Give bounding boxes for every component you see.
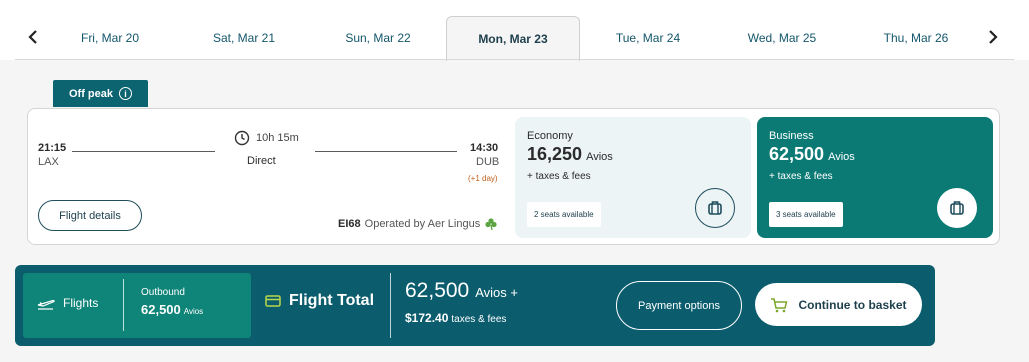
clock-icon (234, 130, 250, 146)
business-unit: Avios (828, 151, 855, 163)
date-selector: Fri, Mar 20 Sat, Mar 21 Sun, Mar 22 Mon,… (0, 0, 1029, 61)
flight-total-heading: Flight Total (265, 292, 374, 310)
outbound-price: 62,500 Avios (141, 302, 203, 317)
continue-label: Continue to basket (798, 297, 907, 312)
date-tab-thu-mar-26[interactable]: Thu, Mar 26 (849, 16, 983, 60)
departure-time: 21:15 (38, 142, 67, 154)
info-icon: i (119, 87, 132, 100)
total-cash-suffix: taxes & fees (451, 314, 507, 325)
continue-to-basket-button[interactable]: Continue to basket (755, 283, 922, 326)
economy-taxes: + taxes & fees (527, 171, 591, 182)
date-tab-fri-mar-20[interactable]: Fri, Mar 20 (43, 16, 177, 60)
departure-airport: LAX (38, 156, 59, 168)
flight-number: EI68 (338, 218, 361, 230)
flight-details-button[interactable]: Flight details (38, 200, 142, 231)
business-taxes: + taxes & fees (769, 171, 833, 182)
flights-label: Flights (63, 296, 99, 310)
next-dates-button[interactable] (978, 22, 1008, 52)
payment-options-button[interactable]: Payment options (616, 281, 742, 330)
flight-card: 21:15 LAX 10h 15m Direct 14:30 DUB (+1 d… (27, 108, 1000, 245)
economy-unit: Avios (586, 151, 613, 163)
arrival-time: 14:30 (470, 142, 499, 154)
economy-amount: 16,250 (527, 144, 583, 164)
arrival-airport: DUB (476, 156, 500, 168)
business-cabin-label: Business (769, 130, 814, 142)
total-avios: 62,500 (405, 279, 470, 302)
flights-divider (123, 279, 124, 331)
operator-info: EI68 Operated by Aer Lingus (338, 217, 498, 231)
operated-by-text: Operated by Aer Lingus (364, 218, 481, 230)
off-peak-label: Off peak (68, 87, 113, 100)
flight-total-label: Flight Total (289, 292, 375, 309)
date-bar-divider (15, 59, 1014, 60)
total-divider (390, 273, 391, 338)
outbound-unit: Avios (183, 307, 204, 316)
date-tab-sun-mar-22[interactable]: Sun, Mar 22 (311, 16, 445, 60)
outbound-summary: Outbound 62,500 Avios (141, 287, 203, 317)
cart-icon (771, 297, 788, 312)
route-line-right (315, 151, 457, 152)
economy-seats-badge: 2 seats available (527, 202, 601, 227)
duration-text: 10h 15m (256, 132, 299, 144)
date-tab-tue-mar-24[interactable]: Tue, Mar 24 (581, 16, 715, 60)
total-cash-line: $172.40 taxes & fees (405, 311, 518, 325)
total-price: 62,500 Avios + $172.40 taxes & fees (405, 279, 518, 325)
basket-summary-bar: Flights Outbound 62,500 Avios Flight Tota… (15, 265, 935, 346)
date-tab-sat-mar-21[interactable]: Sat, Mar 21 (177, 16, 311, 60)
business-amount: 62,500 (769, 144, 825, 164)
economy-select-button[interactable] (695, 188, 735, 228)
business-select-button[interactable] (937, 188, 977, 228)
outbound-label: Outbound (141, 287, 185, 298)
total-cash: $172.40 (405, 311, 449, 325)
business-fare-option[interactable]: Business 62,500 Avios + taxes & fees 3 se… (757, 117, 993, 238)
shamrock-icon (485, 218, 497, 231)
total-avios-suffix: Avios + (475, 285, 518, 300)
flights-label-group: Flights (37, 296, 98, 310)
plane-icon (37, 299, 55, 310)
total-avios-line: 62,500 Avios + (405, 279, 518, 303)
route-line-left (72, 151, 215, 152)
credit-card-icon (265, 295, 281, 307)
business-seats-badge: 3 seats available (769, 202, 843, 227)
stops-text: Direct (247, 155, 276, 167)
chevron-left-icon (28, 30, 37, 44)
economy-cabin-label: Economy (527, 130, 573, 142)
date-tab-wed-mar-25[interactable]: Wed, Mar 25 (715, 16, 849, 60)
duration: 10h 15m (234, 130, 299, 146)
luggage-icon (950, 201, 964, 215)
off-peak-tag[interactable]: Off peak i (53, 80, 148, 107)
flights-summary-panel[interactable]: Flights Outbound 62,500 Avios (23, 273, 251, 338)
economy-fare-option[interactable]: Economy 16,250 Avios + taxes & fees 2 sea… (515, 117, 751, 238)
luggage-icon (708, 201, 722, 215)
date-tab-mon-mar-23[interactable]: Mon, Mar 23 (446, 16, 580, 61)
chevron-right-icon (989, 30, 998, 44)
outbound-amount: 62,500 (141, 302, 181, 317)
business-price: 62,500 Avios (769, 144, 981, 165)
economy-price: 16,250 Avios (527, 144, 739, 165)
next-day-note: (+1 day) (468, 174, 498, 183)
